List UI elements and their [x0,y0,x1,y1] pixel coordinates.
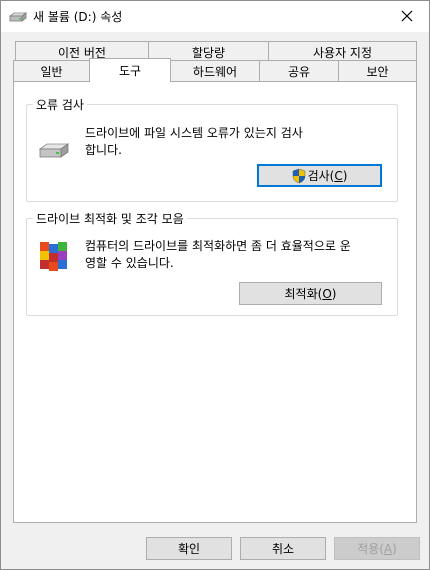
tab-label: 사용자 지정 [312,46,372,60]
properties-window: 새 볼륨 (D:) 속성 이전 버전 할당량 사용자 지정 일반 도구 하드웨어… [0,0,430,570]
tab-label: 도구 [118,64,142,78]
check-button-label: 검사( [307,169,335,183]
optimize-description: 컴퓨터의 드라이브를 최적화하면 좀 더 효율적으로 운 [85,239,351,253]
group-title: 오류 검사 [33,96,87,113]
window-title: 새 볼륨 (D:) 속성 [33,10,123,24]
error-check-group: 오류 검사 드라이브에 파일 시스템 오류가 있는지 검사 합니다. 검사(C) [26,96,398,202]
defrag-icon [40,242,67,271]
tab-label: 보안 [366,65,389,79]
cancel-button[interactable]: 취소 [240,537,326,560]
apply-button-close: ) [392,541,397,556]
close-icon [401,10,413,22]
tab-hardware[interactable]: 하드웨어 [170,60,260,82]
tab-label: 할당량 [191,46,226,60]
tab-label: 일반 [40,65,63,79]
optimize-button-close: ) [331,286,337,301]
ok-button-label: 확인 [177,542,201,556]
check-button[interactable]: 검사(C) [257,164,382,187]
tab-tools[interactable]: 도구 [89,58,171,82]
check-button-close: ) [342,168,348,183]
tab-security[interactable]: 보안 [338,60,417,82]
optimize-button[interactable]: 최적화(O) [239,282,382,305]
cancel-button-label: 취소 [271,542,295,556]
check-button-accel: C [334,168,343,183]
group-title: 드라이브 최적화 및 조각 모음 [33,210,187,227]
tab-general[interactable]: 일반 [13,60,90,82]
optimize-button-accel: O [322,286,332,301]
ok-button[interactable]: 확인 [146,537,232,560]
uac-shield-icon [292,168,305,183]
title-bar: 새 볼륨 (D:) 속성 [1,1,429,32]
drive-icon [39,143,69,158]
optimize-button-label: 최적화( [284,287,323,301]
drive-icon [9,12,27,22]
error-check-description: 드라이브에 파일 시스템 오류가 있는지 검사 [85,126,303,140]
tools-panel: 오류 검사 드라이브에 파일 시스템 오류가 있는지 검사 합니다. 검사(C) [13,81,417,523]
optimize-description-cont: 영할 수 있습니다. [85,256,174,270]
tab-sharing[interactable]: 공유 [259,60,339,82]
optimize-group: 드라이브 최적화 및 조각 모음 컴퓨터의 드라이브를 최적화하면 좀 더 효율… [26,210,398,316]
tab-label: 공유 [287,65,311,79]
apply-button[interactable]: 적용(A) [334,537,420,560]
close-button[interactable] [385,1,429,31]
apply-button-label: 적용( [357,542,384,556]
error-check-description-cont: 합니다. [85,143,122,157]
tab-label: 하드웨어 [192,65,238,79]
apply-button-accel: A [383,541,393,556]
